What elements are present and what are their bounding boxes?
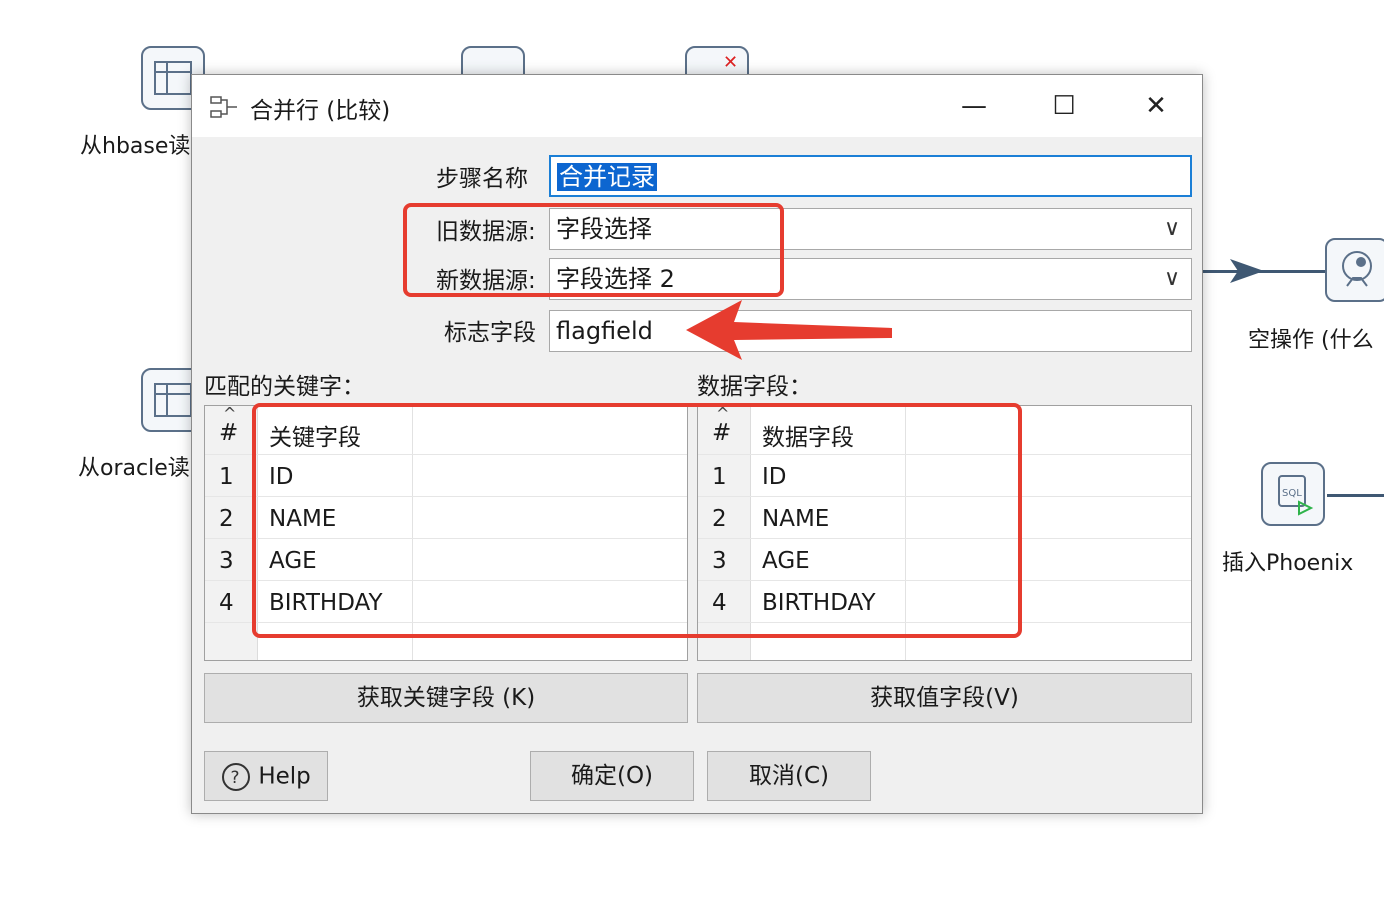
dummy-step-icon[interactable] xyxy=(1325,238,1384,302)
annotation-arrow-icon xyxy=(686,300,892,360)
node-label-oracle: 从oracle读 xyxy=(78,456,190,481)
annotation-keys-box xyxy=(252,403,1022,638)
keys-num-header[interactable]: # xyxy=(219,420,238,446)
get-value-fields-button[interactable]: 获取值字段(V) xyxy=(697,673,1192,723)
flag-field-label: 标志字段 xyxy=(444,320,536,346)
row-number: 4 xyxy=(219,590,234,616)
dialog-title: 合并行 (比较) xyxy=(250,98,391,124)
get-key-fields-button[interactable]: 获取关键字段 (K) xyxy=(204,673,688,723)
annotation-sources-box xyxy=(403,203,784,297)
hop-line xyxy=(1203,270,1325,273)
sql-script-icon[interactable]: SQL xyxy=(1261,462,1325,526)
hop-line xyxy=(1327,494,1384,497)
values-section-label: 数据字段： xyxy=(697,374,812,400)
help-label: Help xyxy=(258,763,311,790)
maximize-button[interactable]: ☐ xyxy=(1034,83,1094,129)
row-number: 1 xyxy=(219,464,234,490)
keys-section-label: 匹配的关键字： xyxy=(204,374,365,400)
minimize-button[interactable]: — xyxy=(944,83,1004,129)
merge-rows-icon xyxy=(210,96,237,118)
svg-text:?: ? xyxy=(231,768,240,788)
step-name-value: 合并记录 xyxy=(557,163,657,191)
chevron-down-icon[interactable]: ∨ xyxy=(1153,209,1191,249)
close-button[interactable]: ✕ xyxy=(1126,83,1186,129)
svg-text:✕: ✕ xyxy=(723,52,738,73)
title-bar[interactable]: 合并行 (比较) — ☐ ✕ xyxy=(192,75,1202,137)
ok-button[interactable]: 确定(O) xyxy=(530,751,694,801)
node-label-phoenix: 插入Phoenix xyxy=(1222,551,1354,576)
row-number: 2 xyxy=(219,506,234,532)
chevron-down-icon[interactable]: ∨ xyxy=(1153,259,1191,299)
help-button[interactable]: ? Help xyxy=(204,751,328,801)
help-icon: ? xyxy=(222,762,250,791)
step-name-input[interactable]: 合并记录 xyxy=(549,155,1192,197)
step-name-label: 步骤名称 xyxy=(436,166,528,192)
node-label-hbase: 从hbase读 xyxy=(80,134,191,159)
node-label-dummy: 空操作 (什么 xyxy=(1248,328,1374,353)
flag-field-value: flagfield xyxy=(556,317,653,345)
cancel-button[interactable]: 取消(C) xyxy=(707,751,871,801)
svg-text:SQL: SQL xyxy=(1282,488,1302,499)
row-number: 3 xyxy=(219,548,234,574)
hop-arrow-icon xyxy=(1230,259,1264,283)
